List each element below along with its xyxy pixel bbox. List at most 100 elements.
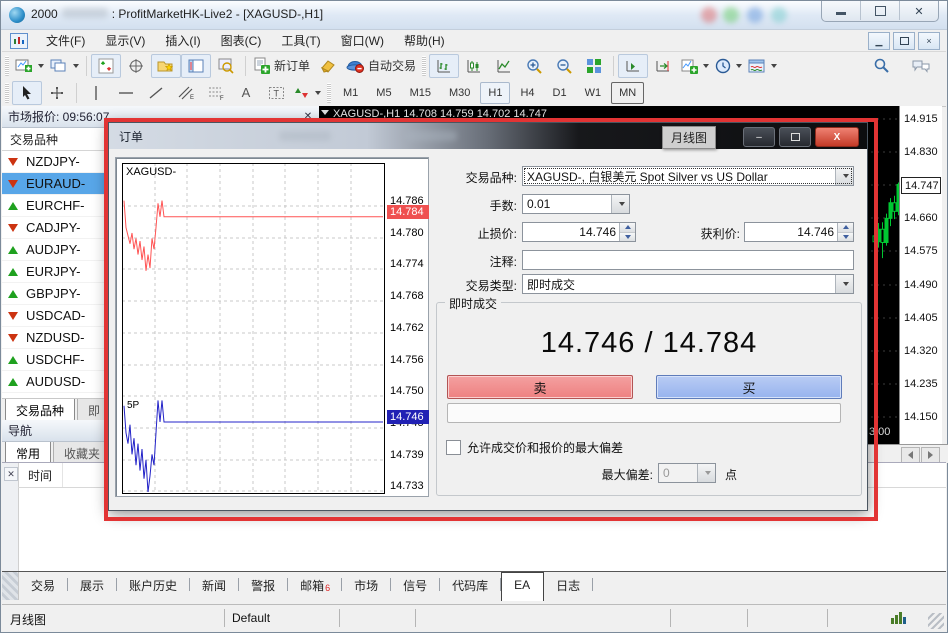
buy-button[interactable]: 买	[656, 375, 842, 399]
toolbar-grip[interactable]	[5, 83, 9, 103]
new-chart-button[interactable]	[12, 54, 47, 78]
cursor-tool-button[interactable]	[12, 81, 42, 105]
symbol-combobox-arrow[interactable]	[835, 167, 853, 185]
menu-item[interactable]: 文件(F)	[36, 32, 95, 50]
vertical-line-tool-button[interactable]	[81, 81, 111, 105]
timeframe-button[interactable]: M30	[441, 82, 478, 104]
menu-item[interactable]: 图表(C)	[211, 32, 272, 50]
comment-input[interactable]	[522, 250, 854, 270]
order-type-combobox-arrow[interactable]	[835, 275, 853, 293]
tile-windows-button[interactable]	[579, 54, 609, 78]
menu-item[interactable]: 窗口(W)	[331, 32, 394, 50]
spin-down-button[interactable]	[838, 233, 853, 242]
menu-item[interactable]: 帮助(H)	[394, 32, 455, 50]
terminal-close-button[interactable]: ✕	[4, 467, 18, 481]
chart-shift-button[interactable]	[648, 54, 678, 78]
terminal-tab[interactable]: 警报	[239, 572, 288, 600]
text-tool-button[interactable]: A	[231, 81, 261, 105]
market-watch-tab[interactable]: 即	[77, 399, 111, 422]
equidistant-channel-tool-button[interactable]: E	[171, 81, 201, 105]
child-restore-button[interactable]	[893, 32, 915, 50]
stop-loss-spinner[interactable]: 14.746	[522, 222, 636, 242]
close-button[interactable]	[900, 1, 938, 20]
data-window-button[interactable]	[121, 54, 151, 78]
toolbar-grip[interactable]	[5, 56, 9, 76]
scroll-left-button[interactable]	[901, 447, 920, 463]
terminal-tab[interactable]: 账户历史	[117, 572, 190, 600]
sell-button[interactable]: 卖	[447, 375, 633, 399]
strategy-tester-button[interactable]	[211, 54, 241, 78]
timeframe-button[interactable]: MN	[611, 82, 644, 104]
line-chart-type-button[interactable]	[489, 54, 519, 78]
child-close-button[interactable]: ×	[918, 32, 940, 50]
terminal-tab[interactable]: 市场	[342, 572, 391, 600]
templates-button[interactable]	[745, 54, 780, 78]
dialog-minimize-button[interactable]: –	[743, 127, 775, 147]
spin-up-button[interactable]	[620, 223, 635, 233]
crosshair-tool-button[interactable]	[42, 81, 72, 105]
community-chat-button[interactable]	[906, 54, 936, 78]
search-button[interactable]	[866, 54, 896, 78]
candlestick-chart-type-button[interactable]	[459, 54, 489, 78]
timeframe-button[interactable]: D1	[545, 82, 575, 104]
arrows-tool-button[interactable]	[291, 81, 324, 105]
status-profile[interactable]: Default	[232, 611, 270, 625]
market-watch-toggle-button[interactable]	[91, 54, 121, 78]
terminal-tab[interactable]: 代码库	[440, 572, 501, 600]
order-dialog-title-bar[interactable]: 订单 – X 月线图	[109, 123, 867, 149]
terminal-tab[interactable]: 交易	[19, 572, 68, 600]
timeframe-button[interactable]: M15	[402, 82, 439, 104]
order-type-combobox[interactable]: 即时成交	[522, 274, 854, 294]
scroll-right-button[interactable]	[921, 447, 940, 463]
minimize-button[interactable]	[822, 1, 861, 20]
trendline-tool-button[interactable]	[141, 81, 171, 105]
fibonacci-tool-button[interactable]: F	[201, 81, 231, 105]
profiles-button[interactable]	[47, 54, 82, 78]
terminal-time-column-header[interactable]: 时间	[18, 463, 63, 487]
toolbar-grip[interactable]	[327, 83, 331, 103]
deviation-checkbox[interactable]	[446, 440, 461, 455]
spin-down-button[interactable]	[620, 233, 635, 242]
timeframe-button[interactable]: H1	[480, 82, 510, 104]
periods-button[interactable]	[712, 54, 745, 78]
timeframe-button[interactable]: M1	[335, 82, 366, 104]
market-watch-close-button[interactable]: ✕	[301, 109, 315, 123]
terminal-tab[interactable]: 信号	[391, 572, 440, 600]
deviation-checkbox-label[interactable]: 允许成交价和报价的最大偏差	[467, 439, 623, 456]
zoom-in-button[interactable]	[519, 54, 549, 78]
terminal-tab[interactable]: 新闻	[190, 572, 239, 600]
menu-item[interactable]: 工具(T)	[271, 32, 330, 50]
symbol-combobox[interactable]: XAGUSD-, 白银美元 Spot Silver vs US Dollar	[522, 166, 854, 186]
dialog-restore-button[interactable]	[779, 127, 811, 147]
take-profit-spinner[interactable]: 14.746	[744, 222, 854, 242]
volume-combobox-arrow[interactable]	[611, 195, 629, 213]
auto-scroll-button[interactable]	[618, 54, 648, 78]
terminal-tab[interactable]: EA	[501, 572, 544, 601]
terminal-tab[interactable]: 展示	[68, 572, 117, 600]
indicators-button[interactable]	[678, 54, 712, 78]
chart-child-icon[interactable]	[10, 33, 28, 49]
timeframe-button[interactable]: H4	[512, 82, 542, 104]
terminal-tab[interactable]: 邮箱6	[288, 572, 342, 600]
menu-item[interactable]: 插入(I)	[155, 32, 210, 50]
child-minimize-button[interactable]: ▁	[868, 32, 890, 50]
tab-strip-grip[interactable]	[2, 572, 19, 600]
navigator-toggle-button[interactable]	[151, 54, 181, 78]
spin-up-button[interactable]	[838, 223, 853, 233]
horizontal-line-tool-button[interactable]	[111, 81, 141, 105]
new-order-button[interactable]: 新订单	[250, 54, 313, 78]
terminal-toggle-button[interactable]	[181, 54, 211, 78]
maximize-button[interactable]	[861, 1, 900, 20]
price-axis[interactable]: 14.91514.83014.66014.57514.49014.40514.3…	[899, 106, 942, 444]
terminal-tab[interactable]: 日志	[544, 572, 593, 600]
resize-grip-icon[interactable]	[928, 613, 944, 629]
timeframe-button[interactable]: M5	[368, 82, 399, 104]
dialog-close-button[interactable]: X	[815, 127, 859, 147]
metaeditor-button[interactable]	[313, 54, 343, 78]
volume-combobox[interactable]: 0.01	[522, 194, 630, 214]
timeframe-button[interactable]: W1	[577, 82, 610, 104]
autotrading-button[interactable]: 自动交易	[343, 54, 419, 78]
bar-chart-type-button[interactable]	[429, 54, 459, 78]
toolbar-grip[interactable]	[422, 56, 426, 76]
zoom-out-button[interactable]	[549, 54, 579, 78]
